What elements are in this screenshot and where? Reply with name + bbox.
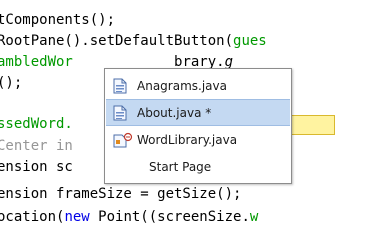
- switcher-item-about[interactable]: About.java *: [106, 99, 290, 126]
- code-line: ocation(new Point((screenSize.w: [0, 206, 367, 228]
- document-switcher-popup[interactable]: Anagrams.java About.java * WordLibrary.j…: [104, 68, 292, 184]
- switcher-item-wordlibrary[interactable]: WordLibrary.java: [106, 126, 290, 153]
- switcher-item-label: Start Page: [149, 159, 212, 174]
- code-token: tComponents();: [0, 12, 116, 28]
- code-token: ension sc: [0, 159, 73, 175]
- code-token: Center in: [0, 138, 73, 154]
- switcher-item-anagrams[interactable]: Anagrams.java: [106, 72, 290, 99]
- java-class-file-icon: [113, 132, 133, 148]
- switcher-item-label: About.java *: [137, 105, 212, 120]
- code-line: ension frameSize = getSize();: [0, 183, 367, 205]
- code-token: new: [64, 209, 90, 225]
- top-clip: [0, 0, 367, 6]
- code-token: ();: [0, 75, 23, 91]
- code-line: RootPane().setDefaultButton(gues: [0, 30, 367, 52]
- code-token: RootPane().setDefaultButton(: [0, 33, 234, 49]
- java-file-icon: [113, 105, 127, 121]
- java-file-icon: [113, 78, 127, 94]
- switcher-item-label: WordLibrary.java: [137, 132, 238, 147]
- code-token: ension frameSize = getSize();: [0, 186, 242, 202]
- code-token: w: [249, 209, 259, 225]
- code-token: ssedWord.: [0, 116, 73, 132]
- code-token: ocation(: [0, 209, 65, 225]
- switcher-item-label: Anagrams.java: [137, 78, 227, 93]
- code-token: Point((screenSize.: [89, 209, 250, 225]
- code-token: ambledWor: [0, 54, 73, 70]
- switcher-item-start-page[interactable]: Start Page: [106, 153, 290, 180]
- code-editor[interactable]: Anagrams() { tComponents(); RootPane().s…: [0, 0, 367, 242]
- code-line: tComponents();: [0, 9, 367, 31]
- code-token: gues: [233, 33, 267, 49]
